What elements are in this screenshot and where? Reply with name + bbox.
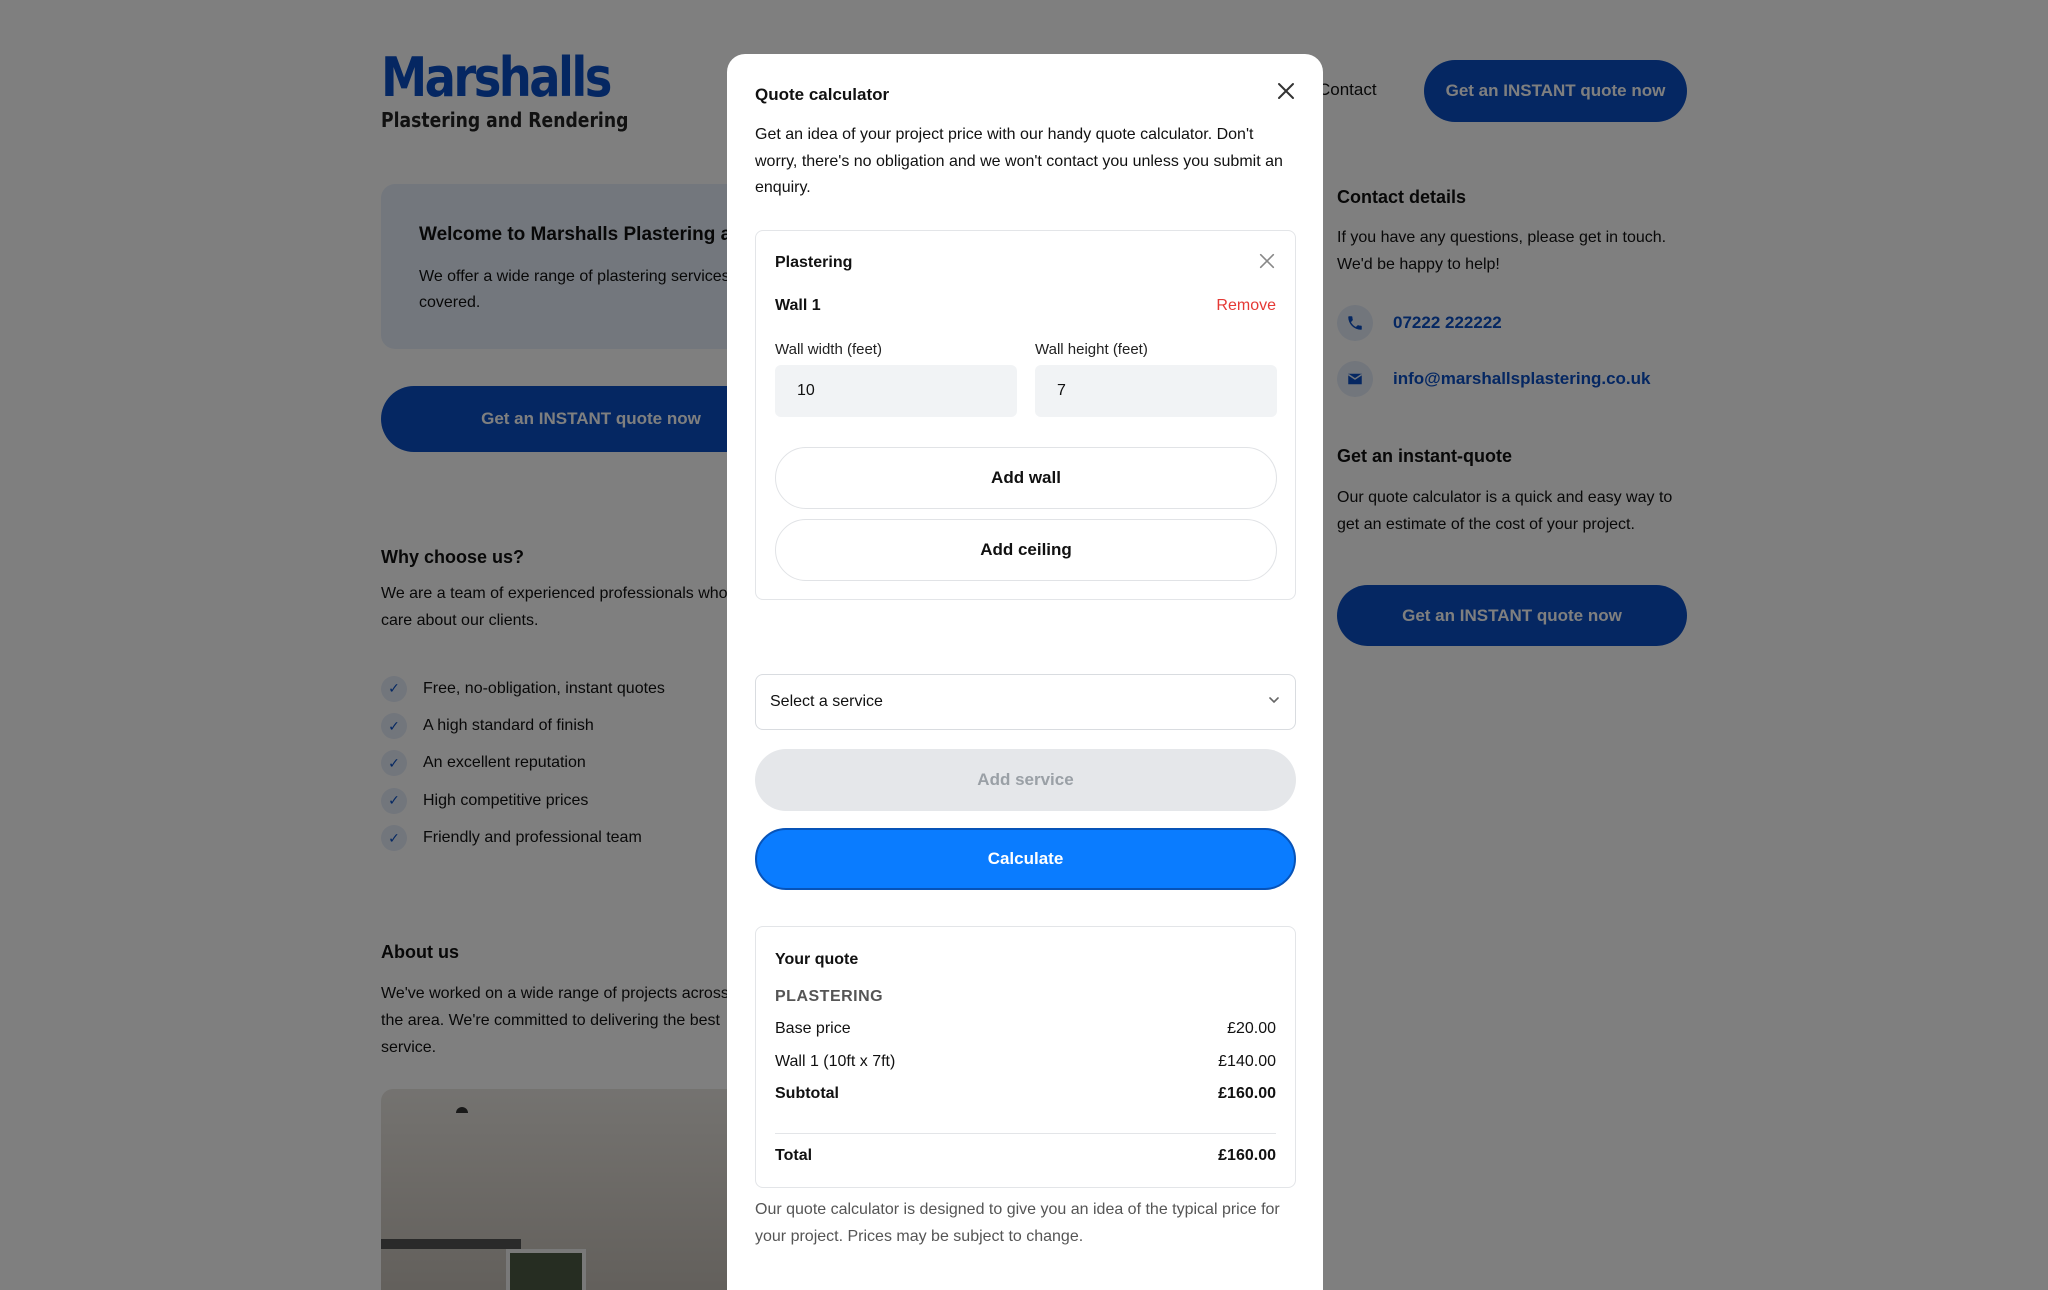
quote-row: Base price £20.00	[775, 1020, 1276, 1037]
quote-calculator-modal: Quote calculator Get an idea of your pro…	[727, 54, 1323, 1290]
calculate-button[interactable]: Calculate	[755, 828, 1296, 890]
service-select[interactable]: Select a service	[755, 674, 1296, 730]
close-icon[interactable]	[1269, 74, 1303, 108]
wall-width-input[interactable]	[775, 365, 1017, 417]
service-title: Plastering	[775, 254, 853, 271]
chevron-down-icon	[1267, 693, 1281, 712]
quote-disclaimer: Our quote calculator is designed to give…	[755, 1201, 1280, 1245]
quote-row: Wall 1 (10ft x 7ft) £140.00	[775, 1053, 1276, 1070]
quote-total-row: Total £160.00	[775, 1147, 1276, 1164]
modal-intro: Get an idea of your project price with o…	[755, 126, 1283, 196]
service-card-plastering: Plastering Wall 1 Remove Wall width (fee…	[755, 230, 1296, 600]
quote-title: Your quote	[775, 951, 859, 968]
service-select-value: Select a service	[770, 693, 883, 710]
quote-section-label: PLASTERING	[775, 988, 884, 1005]
modal-title: Quote calculator	[755, 85, 890, 104]
add-ceiling-button[interactable]: Add ceiling	[775, 519, 1277, 581]
wall-name: Wall 1	[775, 297, 821, 314]
wall-height-label: Wall height (feet)	[1035, 341, 1148, 358]
wall-height-input[interactable]	[1035, 365, 1277, 417]
wall-width-label: Wall width (feet)	[775, 341, 882, 358]
add-wall-button[interactable]: Add wall	[775, 447, 1277, 509]
remove-wall-link[interactable]: Remove	[1216, 297, 1276, 315]
remove-service-icon[interactable]	[1253, 247, 1281, 275]
quote-subtotal-row: Subtotal £160.00	[775, 1085, 1276, 1102]
quote-divider	[775, 1133, 1276, 1134]
quote-summary-card: Your quote PLASTERING Base price £20.00 …	[755, 926, 1296, 1188]
add-service-button[interactable]: Add service	[755, 749, 1296, 811]
